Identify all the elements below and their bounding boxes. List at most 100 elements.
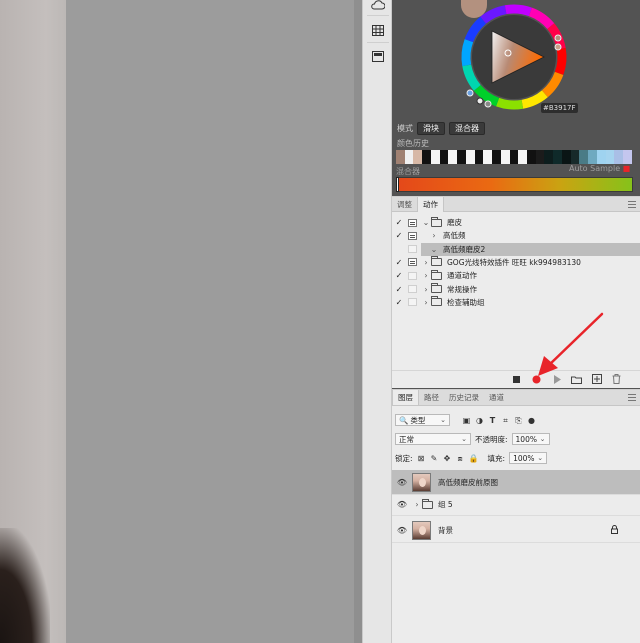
tab-history[interactable]: 历史记录 (444, 390, 484, 405)
panel-menu-icon[interactable] (628, 201, 636, 208)
adjustment-filter-icon[interactable]: ◑ (475, 416, 484, 425)
expand-caret-icon[interactable]: › (429, 231, 439, 240)
panel-menu-icon[interactable] (628, 394, 636, 401)
dialog-toggle-icon[interactable] (408, 218, 417, 227)
expand-caret-icon[interactable]: › (412, 500, 422, 509)
type-filter-icon[interactable]: T (488, 416, 497, 425)
history-swatch[interactable] (474, 150, 484, 164)
action-row[interactable]: ✓ › 高低频 (392, 229, 640, 242)
action-row-body[interactable]: ⌄ 高低频磨皮2 (421, 242, 640, 256)
opacity-input[interactable]: 100% ⌄ (511, 433, 550, 445)
lock-transparent-icon[interactable]: ⊠ (417, 454, 426, 463)
action-row[interactable]: ✓ › 通道动作 (392, 269, 640, 282)
mixer-slider-handle[interactable] (396, 177, 399, 192)
history-swatch[interactable] (509, 150, 519, 164)
action-toggle-check[interactable]: ✓ (392, 271, 406, 280)
expand-caret-icon[interactable]: › (421, 298, 431, 307)
color-history-swatches[interactable] (396, 150, 632, 164)
action-row[interactable]: ✓ › 常规操作 (392, 283, 640, 296)
tab-actions[interactable]: 动作 (417, 197, 444, 212)
auto-sample-label[interactable]: Auto Sample ■ (569, 164, 630, 173)
history-swatch[interactable] (588, 150, 597, 164)
history-swatch[interactable] (614, 150, 624, 164)
history-swatch[interactable] (596, 150, 606, 164)
history-swatch[interactable] (422, 150, 431, 164)
history-swatch[interactable] (500, 150, 510, 164)
action-toggle-check[interactable]: ✓ (392, 285, 406, 294)
history-swatch[interactable] (439, 150, 449, 164)
image-filter-icon[interactable]: ▣ (462, 416, 471, 425)
dialog-toggle-icon[interactable] (408, 298, 417, 307)
action-row[interactable]: ✓ › GOG光线特效插件 旺旺 kk994983130 (392, 256, 640, 269)
lock-position-icon[interactable]: ✥ (443, 454, 452, 463)
hex-value[interactable]: #B3917F (541, 103, 578, 113)
tab-layers[interactable]: 图层 (392, 390, 419, 405)
blend-mode-select[interactable]: 正常 ⌄ (395, 433, 471, 445)
history-swatch[interactable] (544, 150, 554, 164)
action-row-body[interactable]: › GOG光线特效插件 旺旺 kk994983130 (421, 256, 640, 269)
dialog-toggle-icon[interactable] (408, 231, 417, 240)
mixer-gradient-bar[interactable] (396, 177, 633, 192)
action-toggle-check[interactable]: ✓ (392, 298, 406, 307)
history-swatch[interactable] (553, 150, 562, 164)
dialog-toggle-icon[interactable] (408, 245, 417, 254)
grid-icon[interactable] (369, 22, 387, 38)
history-swatch[interactable] (404, 150, 414, 164)
stop-icon[interactable] (511, 374, 522, 385)
history-swatch[interactable] (457, 150, 466, 164)
history-swatch[interactable] (413, 150, 423, 164)
layer-name[interactable]: 高低频磨皮前原图 (438, 477, 498, 488)
delete-icon[interactable] (611, 374, 622, 385)
swatch-icon[interactable] (369, 48, 387, 64)
layer-name[interactable]: 背景 (438, 525, 453, 536)
action-row-body[interactable]: › 高低频 (421, 229, 640, 242)
action-row[interactable]: ✓ ⌄ 磨皮 (392, 216, 640, 229)
lock-artboard-icon[interactable]: ⧈ (456, 454, 465, 463)
history-swatch[interactable] (396, 150, 405, 164)
visibility-eye-icon[interactable]: 👁 (392, 526, 412, 535)
action-toggle-check[interactable]: ✓ (392, 231, 406, 240)
dialog-toggle-icon[interactable] (408, 258, 417, 267)
history-swatch[interactable] (579, 150, 589, 164)
tab-paths[interactable]: 路径 (419, 390, 444, 405)
layer-name[interactable]: 组 5 (438, 499, 453, 510)
visibility-eye-icon[interactable]: 👁 (392, 500, 412, 509)
smart-object-filter-icon[interactable]: ⎘ (514, 416, 523, 425)
expand-caret-icon[interactable]: › (421, 285, 431, 294)
action-row-body[interactable]: › 通道动作 (421, 269, 640, 282)
history-swatch[interactable] (518, 150, 528, 164)
filter-kind-select[interactable]: 🔍 类型 ⌄ (395, 414, 450, 426)
fill-input[interactable]: 100% ⌄ (509, 452, 548, 464)
lock-pixels-icon[interactable]: ✎ (430, 454, 439, 463)
action-toggle-check[interactable]: ✓ (392, 258, 406, 267)
layer-row[interactable]: 👁 › 组 5 (392, 494, 640, 516)
lock-all-icon[interactable]: 🔒 (469, 454, 479, 463)
tab-adjustments[interactable]: 调整 (392, 197, 417, 212)
history-swatch[interactable] (492, 150, 501, 164)
layer-row[interactable]: 👁 背景 (392, 518, 640, 543)
expand-caret-icon[interactable]: ⌄ (421, 218, 431, 227)
mode-slider-button[interactable]: 滑块 (417, 121, 445, 135)
mode-mixer-button[interactable]: 混合器 (449, 121, 485, 135)
action-row-body[interactable]: ⌄ 磨皮 (421, 216, 640, 229)
history-swatch[interactable] (570, 150, 580, 164)
history-swatch[interactable] (561, 150, 571, 164)
layer-row[interactable]: 👁 高低频磨皮前原图 (392, 470, 640, 495)
history-swatch[interactable] (605, 150, 615, 164)
action-row[interactable]: ⌄ 高低频磨皮2 (392, 242, 640, 256)
color-wheel[interactable] (457, 2, 577, 114)
history-swatch[interactable] (535, 150, 545, 164)
dialog-toggle-icon[interactable] (408, 285, 417, 293)
filter-toggle-icon[interactable]: ● (527, 416, 536, 425)
history-swatch[interactable] (623, 150, 632, 164)
history-swatch[interactable] (465, 150, 475, 164)
action-toggle-check[interactable]: ✓ (392, 218, 406, 227)
dialog-toggle-icon[interactable] (408, 271, 417, 280)
shape-filter-icon[interactable]: ⌗ (501, 416, 510, 425)
expand-caret-icon[interactable]: ⌄ (429, 245, 439, 254)
visibility-eye-icon[interactable]: 👁 (392, 478, 412, 487)
tab-channels[interactable]: 通道 (484, 390, 509, 405)
history-swatch[interactable] (527, 150, 536, 164)
history-swatch[interactable] (483, 150, 493, 164)
expand-caret-icon[interactable]: › (421, 258, 431, 267)
